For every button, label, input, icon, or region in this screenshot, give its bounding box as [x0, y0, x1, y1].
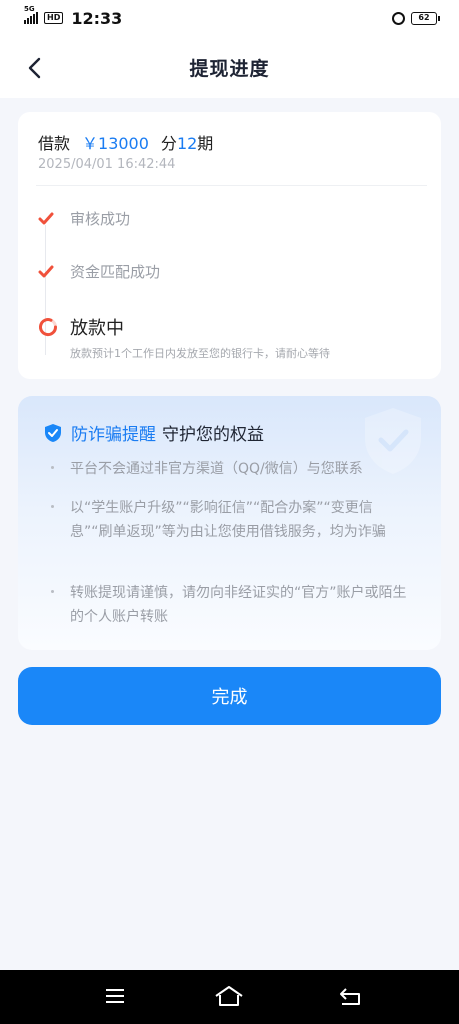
divider — [36, 185, 427, 186]
anti-fraud-title: 防诈骗提醒 守护您的权益 — [44, 420, 264, 445]
anti-fraud-tip: 平台不会通过非官方渠道（QQ/微信）与您联系 — [70, 461, 363, 477]
signal-icon: 5G — [24, 5, 38, 24]
period-suffix: 期 — [197, 134, 214, 153]
step-fund-match: 资金匹配成功 — [38, 261, 160, 282]
alarm-icon — [392, 11, 405, 25]
home-icon[interactable] — [214, 985, 244, 1007]
page-title: 提现进度 — [189, 57, 270, 80]
hd-badge: HD — [44, 12, 64, 24]
disbursement-note: 放款预计1个工作日内发放至您的银行卡，请耐心等待 — [70, 347, 330, 360]
status-bar: 5G HD 12:33 62 — [0, 0, 459, 36]
withdraw-progress-card: 借款 ￥13000 分12期 2025/04/01 16:42:44 审核成功 … — [18, 112, 441, 379]
status-right: 62 — [392, 11, 440, 25]
anti-fraud-tip: 以“学生账户升级”“影响征信”“配合办案”“变更信息”“刷单返现”等为由让您使用… — [70, 500, 386, 540]
bullet-dot — [51, 590, 54, 593]
anti-fraud-title-highlight: 防诈骗提醒 — [71, 425, 156, 445]
chevron-left-icon — [28, 57, 41, 79]
battery-icon: 62 — [411, 11, 440, 25]
system-nav-bar — [0, 970, 459, 1024]
loan-label: 借款 — [38, 134, 71, 153]
back-arrow-icon[interactable] — [338, 985, 362, 1007]
loading-ring-icon — [39, 318, 58, 337]
period-count: 12 — [176, 134, 198, 153]
anti-fraud-card: 防诈骗提醒 守护您的权益 平台不会通过非官方渠道（QQ/微信）与您联系 以“学生… — [18, 396, 441, 650]
clock: 12:33 — [71, 8, 123, 28]
step-review: 审核成功 — [38, 208, 130, 229]
step-label: 审核成功 — [70, 210, 131, 228]
anti-fraud-tip: 转账提现请谨慎，请勿向非经证实的“官方”账户或陌生的个人账户转账 — [70, 585, 407, 625]
loan-period: 分12期 — [161, 130, 213, 154]
loan-summary: 借款 ￥13000 分12期 — [38, 130, 213, 154]
shield-check-icon — [45, 423, 61, 442]
back-button[interactable] — [24, 54, 48, 82]
check-icon — [38, 265, 54, 277]
page-header: 提现进度 — [0, 36, 459, 98]
status-left: 5G HD 12:33 — [24, 5, 123, 28]
step-label: 资金匹配成功 — [70, 263, 161, 281]
check-icon — [38, 212, 54, 224]
step-disbursing: 放款中 — [38, 314, 124, 340]
step-label-current: 放款中 — [70, 318, 124, 339]
menu-icon[interactable] — [104, 985, 126, 1007]
loan-datetime: 2025/04/01 16:42:44 — [38, 157, 176, 172]
anti-fraud-title-rest: 守护您的权益 — [162, 425, 264, 445]
done-button[interactable]: 完成 — [18, 667, 441, 725]
network-type: 5G — [24, 5, 35, 13]
period-prefix: 分 — [160, 134, 177, 153]
loan-amount: ￥13000 — [82, 134, 149, 153]
bullet-dot — [51, 466, 54, 469]
bullet-dot — [51, 505, 54, 508]
